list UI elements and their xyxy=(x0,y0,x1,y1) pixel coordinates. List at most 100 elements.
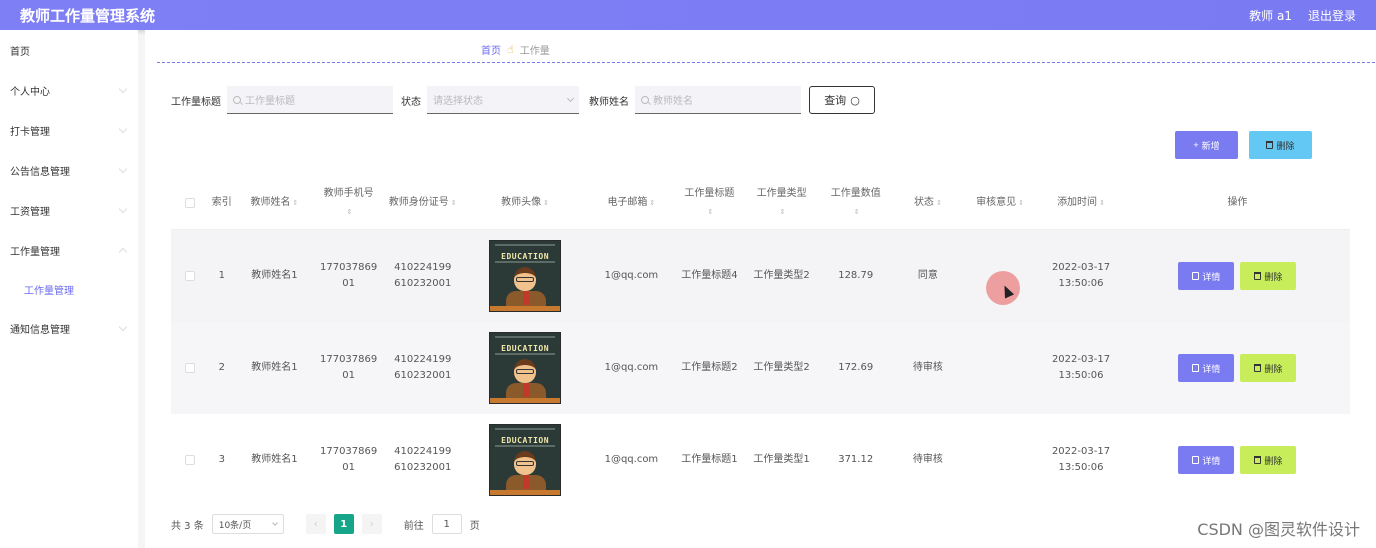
detail-button[interactable]: 详情 xyxy=(1178,354,1235,382)
sidebar-subitem-workload-manage[interactable]: 工作量管理 xyxy=(0,270,138,308)
row-delete-label: 删除 xyxy=(1264,363,1283,374)
chevron-down-icon xyxy=(118,204,128,213)
col-ops: 操作 xyxy=(1227,196,1248,208)
cell-phone-b: 01 xyxy=(342,278,355,289)
cell-work-title: 工作量标题2 xyxy=(681,362,738,373)
workload-table: 索引 教师姓名 ⇕ 教师手机号 ⇕ 教师身份证号 ⇕ 教师头像 ⇕ 电子邮箱 ⇕ 工作量标… xyxy=(171,176,1350,506)
cell-index: 3 xyxy=(218,454,225,465)
search-icon xyxy=(233,95,241,104)
cell-phone: 177037869 01 xyxy=(314,260,384,292)
title-search-input[interactable]: 工作量标题 xyxy=(227,86,393,114)
col-review[interactable]: 审核意见 ⇕ xyxy=(963,194,1037,212)
row-delete-button[interactable]: 删除 xyxy=(1240,354,1297,382)
col-work-value-label: 工作量数值 xyxy=(830,187,881,199)
title-filter-label: 工作量标题 xyxy=(171,96,221,108)
logout-link[interactable]: 退出登录 xyxy=(1308,7,1356,24)
row-checkbox[interactable] xyxy=(184,363,195,373)
cell-work-type: 工作量类型2 xyxy=(753,270,810,281)
col-work-title[interactable]: 工作量标题 ⇕ xyxy=(674,185,744,221)
row-checkbox[interactable] xyxy=(184,271,195,281)
cell-avatar: EDUCATION xyxy=(462,424,589,496)
cell-teacher-name: 教师姓名1 xyxy=(251,270,298,281)
title-search-placeholder: 工作量标题 xyxy=(245,96,295,107)
cell-add-time: 2022-03-17 13:50:06 xyxy=(1037,352,1125,384)
cell-status: 待审核 xyxy=(912,454,943,465)
teacher-avatar-image[interactable]: EDUCATION xyxy=(489,424,562,496)
col-add-time[interactable]: 添加时间 ⇕ xyxy=(1037,194,1125,212)
col-avatar[interactable]: 教师头像 ⇕ xyxy=(462,194,589,212)
cell-work-value: 371.12 xyxy=(838,454,874,465)
cell-id-a: 410224199 xyxy=(394,354,452,365)
sort-icon: ⇕ xyxy=(346,207,353,216)
detail-button[interactable]: 详情 xyxy=(1178,446,1235,474)
col-id-card[interactable]: 教师身份证号 ⇕ xyxy=(384,194,462,212)
select-all-checkbox[interactable] xyxy=(184,197,195,208)
cell-work-value: 128.79 xyxy=(838,270,874,281)
cell-work-title: 工作量标题4 xyxy=(681,270,738,281)
plus-icon: + xyxy=(1193,140,1199,150)
sidebar-item-home[interactable]: 首页 xyxy=(0,30,138,70)
detail-button[interactable]: 详情 xyxy=(1178,262,1235,290)
col-review-label: 审核意见 xyxy=(976,196,1017,208)
status-select[interactable]: 请选择状态 xyxy=(427,86,579,114)
col-phone[interactable]: 教师手机号 ⇕ xyxy=(314,185,384,221)
current-user: 教师 a1 xyxy=(1249,8,1292,23)
sidebar-item-workload[interactable]: 工作量管理 xyxy=(0,230,138,270)
sidebar-item-label: 通知信息管理 xyxy=(10,324,70,336)
breadcrumb: 首页 ☝ 工作量 xyxy=(481,42,550,57)
sidebar-item-label: 打卡管理 xyxy=(10,126,50,138)
cell-phone-b: 01 xyxy=(342,462,355,473)
sidebar-item-checkin[interactable]: 打卡管理 xyxy=(0,110,138,150)
page-number-current[interactable]: 1 xyxy=(333,514,354,534)
row-delete-label: 删除 xyxy=(1264,455,1283,466)
teacher-avatar-image[interactable]: EDUCATION xyxy=(489,240,562,312)
breadcrumb-home[interactable]: 首页 xyxy=(481,42,501,57)
teacher-search-input[interactable]: 教师姓名 xyxy=(635,86,801,114)
page-size-select[interactable]: 10条/页 xyxy=(211,514,284,534)
sidebar-item-announcement[interactable]: 公告信息管理 xyxy=(0,150,138,190)
sort-icon: ⇕ xyxy=(1018,198,1024,207)
cell-email: 1@qq.com xyxy=(604,362,659,373)
add-button[interactable]: + 新增 xyxy=(1175,131,1238,159)
cell-avatar: EDUCATION xyxy=(462,332,589,404)
header-user-area: 教师 a1 退出登录 xyxy=(1249,7,1356,24)
col-phone-label: 教师手机号 xyxy=(323,187,374,199)
col-email[interactable]: 电子邮箱 ⇕ xyxy=(588,194,674,212)
chevron-down-icon xyxy=(118,164,128,173)
sidebar-item-personal-center[interactable]: 个人中心 xyxy=(0,70,138,110)
col-avatar-label: 教师头像 xyxy=(501,196,542,208)
batch-delete-button[interactable]: 删除 xyxy=(1249,131,1312,159)
col-email-label: 电子邮箱 xyxy=(607,196,648,208)
sort-icon: ⇕ xyxy=(292,198,299,207)
prev-page-button[interactable]: ‹ xyxy=(305,514,326,534)
cell-status: 待审核 xyxy=(912,362,943,373)
app-title: 教师工作量管理系统 xyxy=(20,6,156,25)
chevron-right-icon: › xyxy=(369,518,374,530)
col-work-value[interactable]: 工作量数值 ⇕ xyxy=(819,185,893,221)
trash-icon xyxy=(1254,456,1262,464)
row-delete-label: 删除 xyxy=(1264,271,1283,282)
watermark-text: CSDN @图灵软件设计 xyxy=(1197,520,1360,539)
query-button[interactable]: 查询 ○ xyxy=(809,86,875,114)
row-delete-button[interactable]: 删除 xyxy=(1240,262,1297,290)
sidebar-item-salary[interactable]: 工资管理 xyxy=(0,190,138,230)
goto-page-input[interactable]: 1 xyxy=(431,514,462,534)
next-page-button[interactable]: › xyxy=(361,514,382,534)
top-header: 教师工作量管理系统 教师 a1 退出登录 xyxy=(0,0,1376,30)
row-checkbox[interactable] xyxy=(184,455,195,465)
col-status[interactable]: 状态 ⇕ xyxy=(893,194,963,212)
goto-page-value: 1 xyxy=(443,518,450,530)
col-teacher-name[interactable]: 教师姓名 ⇕ xyxy=(235,194,313,212)
teacher-avatar-image[interactable]: EDUCATION xyxy=(489,332,562,404)
cell-id-a: 410224199 xyxy=(394,262,452,273)
row-delete-button[interactable]: 删除 xyxy=(1240,446,1297,474)
chevron-down-icon xyxy=(271,520,278,526)
search-bar: 工作量标题 工作量标题 状态 请选择状态 教师姓名 教师姓名 查询 ○ xyxy=(171,86,875,114)
cell-id-b: 610232001 xyxy=(394,370,452,381)
cell-add-time: 2022-03-17 13:50:06 xyxy=(1037,260,1125,292)
sidebar-item-notice[interactable]: 通知信息管理 xyxy=(0,308,138,348)
col-work-type[interactable]: 工作量类型 ⇕ xyxy=(745,185,819,221)
query-button-label: 查询 xyxy=(824,94,847,107)
table-row: 3 教师姓名1 177037869 01 410224199 610232001 E… xyxy=(171,414,1350,506)
cell-phone: 177037869 01 xyxy=(314,444,384,476)
